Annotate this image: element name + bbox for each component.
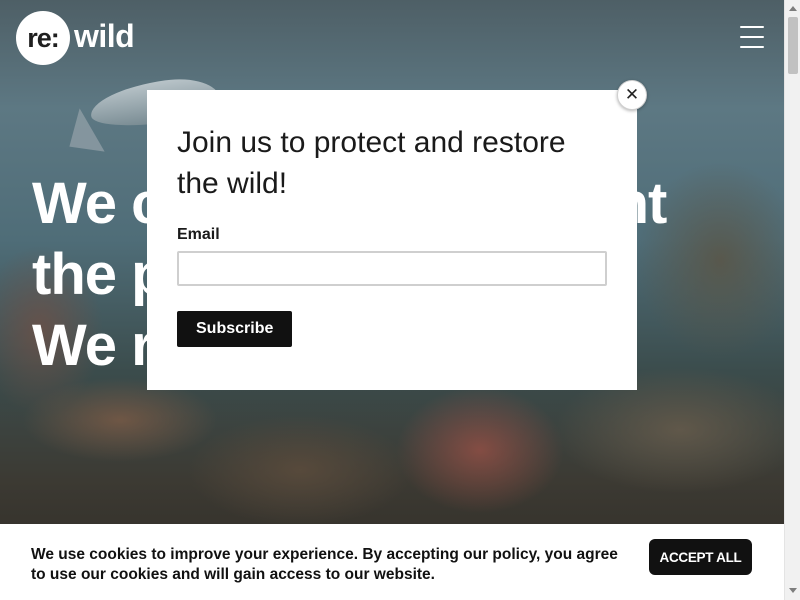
cookie-message: We use cookies to improve your experienc… xyxy=(31,546,618,583)
logo-mark: re: xyxy=(16,11,70,65)
email-input[interactable] xyxy=(177,251,607,286)
hamburger-line xyxy=(740,46,764,48)
hamburger-line xyxy=(740,36,764,38)
accept-all-button[interactable]: ACCEPT ALL xyxy=(649,539,752,575)
page-scrollbar[interactable] xyxy=(784,0,800,600)
modal-title: Join us to protect and restore the wild! xyxy=(177,126,566,200)
subscribe-modal: Join us to protect and restore the wild!… xyxy=(147,90,637,390)
logo-wordmark: wild xyxy=(74,17,135,54)
hamburger-menu-icon[interactable] xyxy=(740,26,764,48)
scroll-thumb[interactable] xyxy=(788,17,798,74)
subscribe-button[interactable]: Subscribe xyxy=(177,311,293,347)
email-label: Email xyxy=(177,226,220,243)
scroll-up-arrow-icon[interactable] xyxy=(789,6,797,11)
scroll-down-arrow-icon[interactable] xyxy=(789,588,797,593)
hamburger-line xyxy=(740,26,764,28)
hero-line-1-start: We c xyxy=(32,171,163,236)
cookie-banner: We use cookies to improve your experienc… xyxy=(0,524,784,600)
close-icon[interactable]: ✕ xyxy=(617,80,647,110)
rewild-logo[interactable]: re: wild xyxy=(16,10,135,66)
